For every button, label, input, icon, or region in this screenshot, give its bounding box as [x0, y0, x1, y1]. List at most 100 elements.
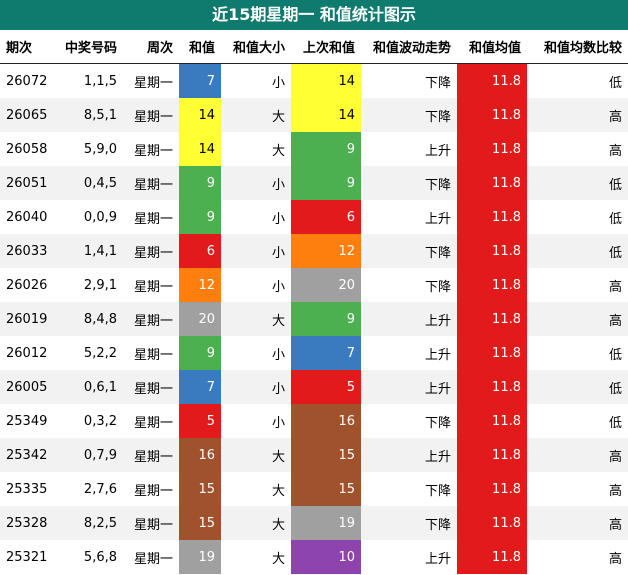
cell-prev-sum: 10	[291, 540, 361, 574]
cell-avg: 11.8	[457, 268, 527, 302]
cell-compare: 高	[527, 438, 628, 472]
cell-size: 大	[221, 98, 291, 132]
cell-prev-sum: 14	[291, 98, 361, 132]
cell-compare: 低	[527, 370, 628, 404]
cell-size: 小	[221, 370, 291, 404]
cell-weekday: 星期一	[123, 438, 179, 472]
cell-numbers: 2,7,6	[83, 481, 117, 497]
header-trend: 和值波动走势	[372, 41, 451, 56]
cell-numbers: 5,2,2	[83, 345, 117, 361]
cell-sum: 15	[179, 506, 221, 540]
cell-weekday: 星期一	[133, 483, 173, 499]
cell-compare: 高	[608, 483, 622, 499]
cell-prev-sum: 15	[291, 472, 361, 506]
cell-numbers: 8,5,1	[56, 98, 123, 132]
cell-trend: 上升	[424, 551, 451, 567]
cell-trend: 下降	[361, 234, 457, 268]
cell-prev-sum: 6	[291, 200, 361, 234]
table-row: 25328 8,2,5 星期一 15 大 19 下降 11.8 高	[0, 506, 628, 540]
cell-period: 26019	[0, 302, 56, 336]
header-avg: 和值均值	[468, 41, 521, 56]
cell-avg: 11.8	[457, 166, 527, 200]
header-numbers: 中奖号码	[64, 41, 117, 56]
table-header-row: 期次 中奖号码 周次 和值 和值大小 上次和值 和值波动走势 和值均值 和值均数…	[0, 30, 628, 64]
cell-period: 26026	[6, 277, 48, 293]
cell-size: 小	[271, 415, 285, 431]
cell-numbers: 0,7,9	[56, 438, 123, 472]
cell-trend: 上升	[424, 211, 451, 227]
cell-numbers: 1,4,1	[56, 234, 123, 268]
cell-prev-sum: 9	[291, 132, 361, 166]
cell-size: 大	[221, 438, 291, 472]
cell-avg: 11.8	[457, 132, 527, 166]
cell-period: 26012	[6, 345, 48, 361]
cell-compare: 高	[527, 506, 628, 540]
cell-compare: 高	[608, 143, 622, 159]
table-row: 26065 8,5,1 星期一 14 大 14 下降 11.8 高	[0, 98, 628, 132]
cell-size: 小	[221, 166, 291, 200]
cell-compare: 低	[527, 234, 628, 268]
cell-prev-sum: 14	[291, 63, 361, 98]
cell-weekday: 星期一	[123, 234, 179, 268]
cell-sum: 9	[179, 336, 221, 370]
cell-sum: 12	[179, 268, 221, 302]
cell-sum: 9	[179, 200, 221, 234]
cell-size: 大	[271, 143, 285, 159]
cell-period: 25321	[6, 549, 48, 565]
cell-compare: 低	[608, 75, 622, 91]
cell-trend: 下降	[361, 98, 457, 132]
cell-compare: 高	[608, 551, 622, 567]
cell-weekday: 星期一	[133, 279, 173, 295]
cell-avg: 11.8	[457, 234, 527, 268]
cell-weekday: 星期一	[133, 415, 173, 431]
header-period: 期次	[6, 41, 33, 56]
cell-trend: 上升	[361, 438, 457, 472]
cell-numbers: 5,6,8	[83, 549, 117, 565]
page-title: 近15期星期一 和值统计图示	[0, 0, 628, 30]
cell-numbers: 2,9,1	[83, 277, 117, 293]
cell-trend: 下降	[361, 506, 457, 540]
cell-sum: 20	[179, 302, 221, 336]
table-row: 26026 2,9,1 星期一 12 小 20 下降 11.8 高	[0, 268, 628, 302]
cell-period: 25335	[6, 481, 48, 497]
cell-numbers: 0,4,5	[56, 166, 123, 200]
cell-numbers: 8,4,8	[56, 302, 123, 336]
cell-period: 25349	[6, 413, 48, 429]
cell-prev-sum: 20	[291, 268, 361, 302]
cell-size: 大	[271, 551, 285, 567]
cell-prev-sum: 7	[291, 336, 361, 370]
table-row: 26012 5,2,2 星期一 9 小 7 上升 11.8 低	[0, 336, 628, 370]
cell-trend: 上升	[361, 370, 457, 404]
cell-prev-sum: 16	[291, 404, 361, 438]
table-row: 26040 0,0,9 星期一 9 小 6 上升 11.8 低	[0, 200, 628, 234]
cell-trend: 上升	[361, 302, 457, 336]
cell-prev-sum: 15	[291, 438, 361, 472]
cell-period: 25328	[0, 506, 56, 540]
cell-avg: 11.8	[457, 472, 527, 506]
cell-sum: 6	[179, 234, 221, 268]
cell-avg: 11.8	[457, 200, 527, 234]
cell-compare: 高	[527, 98, 628, 132]
cell-avg: 11.8	[457, 438, 527, 472]
cell-compare: 低	[608, 415, 622, 431]
cell-size: 小	[221, 234, 291, 268]
cell-weekday: 星期一	[133, 347, 173, 363]
cell-numbers: 1,1,5	[83, 73, 117, 89]
cell-size: 小	[271, 75, 285, 91]
cell-size: 小	[271, 211, 285, 227]
cell-weekday: 星期一	[123, 302, 179, 336]
cell-period: 26065	[0, 98, 56, 132]
cell-prev-sum: 19	[291, 506, 361, 540]
cell-avg: 11.8	[457, 98, 527, 132]
cell-prev-sum: 9	[291, 302, 361, 336]
cell-weekday: 星期一	[123, 98, 179, 132]
cell-sum: 7	[179, 370, 221, 404]
cell-avg: 11.8	[457, 302, 527, 336]
cell-period: 26040	[6, 209, 48, 225]
table-row: 26033 1,4,1 星期一 6 小 12 下降 11.8 低	[0, 234, 628, 268]
table-row: 26072 1,1,5 星期一 7 小 14 下降 11.8 低	[0, 63, 628, 98]
cell-prev-sum: 5	[291, 370, 361, 404]
cell-numbers: 0,0,9	[83, 209, 117, 225]
table-row: 26019 8,4,8 星期一 20 大 9 上升 11.8 高	[0, 302, 628, 336]
cell-avg: 11.8	[457, 540, 527, 574]
